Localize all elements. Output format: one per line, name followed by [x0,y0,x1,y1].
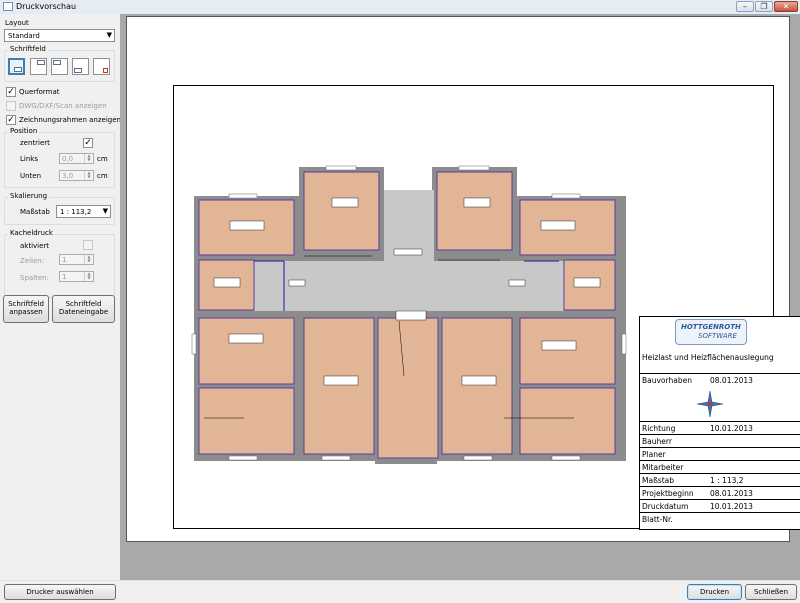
tb-key: Bauherr [642,437,672,446]
massstab-label: Maßstab [20,208,50,216]
links-unit: cm [97,155,108,163]
dwg-label: DWG/DXF/Scan anzeigen [19,102,107,110]
drucken-button[interactable]: Drucken [687,584,742,600]
stamp-bottom-left-button[interactable] [72,58,89,75]
logo-text-2: SOFTWARE [698,332,737,340]
zeilen-value: 1 [62,256,67,264]
aktiviert-checkbox[interactable] [83,240,93,250]
logo-text-1: HOTTGENROTH [681,323,741,331]
stepper-arrows-icon: ▲ ▼ [84,171,93,180]
layout-value: Standard [8,32,40,40]
skalierung-label: Skalierung [8,192,50,200]
app-icon [3,2,13,11]
unten-value: 3,0 [62,172,74,180]
querformat-label: Querformat [19,88,60,96]
stamp-none-button[interactable] [93,58,110,75]
title-block-title: Heizlast und Heizflächenauslegung [642,353,774,362]
stamp-top-left-button[interactable] [51,58,68,75]
window-title: Druckvorschau [16,2,77,11]
tb-key: Planer [642,450,666,459]
bottom-bar: Drucker auswählen Drucken Schließen [0,580,800,603]
tb-key: Druckdatum [642,502,689,511]
spalten-label: Spalten: [20,274,49,282]
tb-row-projektbeginn: Projektbeginn 08.01.2013 [640,486,800,499]
tb-row-massstab: Maßstab 1 : 113,2 [640,473,800,486]
tb-value: 10.01.2013 [710,502,753,511]
links-value: 0,0 [62,155,74,163]
tb-key: Maßstab [642,476,674,485]
links-label: Links [20,155,38,163]
tb-value: 1 : 113,2 [710,476,744,485]
unten-stepper[interactable]: 3,0 ▲ ▼ [59,170,94,181]
print-preview-area[interactable]: HOTTGENROTH SOFTWARE Heizlast und Heizfl… [120,14,800,580]
settings-panel: Layout Standard ▼ Schriftfeld ✓ Querform… [0,14,121,580]
spalten-value: 1 [62,273,67,281]
title-bar: Druckvorschau – ❐ ✕ [0,0,800,15]
company-logo: HOTTGENROTH SOFTWARE [675,319,747,345]
tb-key: Mitarbeiter [642,463,684,472]
chevron-down-icon: ▼ [106,31,112,39]
schriftfeld-label: Schriftfeld [8,45,48,53]
kacheldruck-label: Kacheldruck [8,229,55,237]
restore-icon[interactable]: ❐ [755,1,773,12]
position-label: Position [8,127,40,135]
tb-row-druckdatum: Druckdatum 10.01.2013 [640,499,800,512]
unten-unit: cm [97,172,108,180]
tb-key: Projektbeginn [642,489,694,498]
title-block: HOTTGENROTH SOFTWARE Heizlast und Heizfl… [639,316,800,530]
stamp-top-right-button[interactable] [30,58,47,75]
tb-key: Bauvorhaben [642,376,692,385]
spalten-stepper[interactable]: 1 ▲ ▼ [59,271,94,282]
tb-row-richtung: Richtung 10.01.2013 [640,421,800,434]
links-stepper[interactable]: 0,0 ▲ ▼ [59,153,94,164]
zeichnungsrahmen-label: Zeichnungsrahmen anzeigen [19,116,121,124]
zeilen-label: Zeilen: [20,257,45,265]
paper-sheet: HOTTGENROTH SOFTWARE Heizlast und Heizfl… [126,16,800,542]
massstab-select[interactable]: 1 : 113,2 ▼ [56,205,111,218]
stamp-bottom-right-button[interactable] [8,58,25,75]
schliessen-button[interactable]: Schließen [745,584,797,600]
tb-value: 10.01.2013 [710,424,753,433]
dwg-checkbox[interactable] [6,101,16,111]
drucker-auswaehlen-button[interactable]: Drucker auswählen [4,584,116,600]
unten-label: Unten [20,172,42,180]
zeilen-stepper[interactable]: 1 ▲ ▼ [59,254,94,265]
tb-key: Richtung [642,424,676,433]
tb-row-blatt: Blatt-Nr. [640,512,800,531]
chevron-down-icon: ▼ [102,207,108,215]
tb-row-mitarbeiter: Mitarbeiter [640,460,800,473]
layout-label: Layout [5,19,29,27]
tb-key: Blatt-Nr. [642,515,673,524]
tb-row-planer: Planer [640,447,800,460]
zentriert-checkbox[interactable]: ✓ [83,138,93,148]
compass-icon [695,389,725,419]
minimize-icon[interactable]: – [736,1,754,12]
aktiviert-label: aktiviert [20,242,50,250]
tb-value: 08.01.2013 [710,489,753,498]
close-icon[interactable]: ✕ [774,1,798,12]
zeichnungsrahmen-checkbox[interactable]: ✓ [6,115,16,125]
stepper-arrows-icon: ▲ ▼ [84,154,93,163]
stepper-arrows-icon: ▲ ▼ [84,272,93,281]
stepper-arrows-icon: ▲ ▼ [84,255,93,264]
massstab-value: 1 : 113,2 [60,208,92,216]
schriftfeld-anpassen-button[interactable]: Schriftfeld anpassen [3,295,49,323]
schriftfeld-dateneingabe-button[interactable]: Schriftfeld Dateneingabe [52,295,115,323]
layout-select[interactable]: Standard ▼ [4,29,115,42]
tb-row-bauherr: Bauherr [640,434,800,447]
zentriert-label: zentriert [20,139,50,147]
tb-value: 08.01.2013 [710,376,753,385]
drawing-frame: HOTTGENROTH SOFTWARE Heizlast und Heizfl… [173,85,800,530]
tb-row-bauvorhaben: Bauvorhaben 08.01.2013 [640,373,800,388]
querformat-checkbox[interactable]: ✓ [6,87,16,97]
